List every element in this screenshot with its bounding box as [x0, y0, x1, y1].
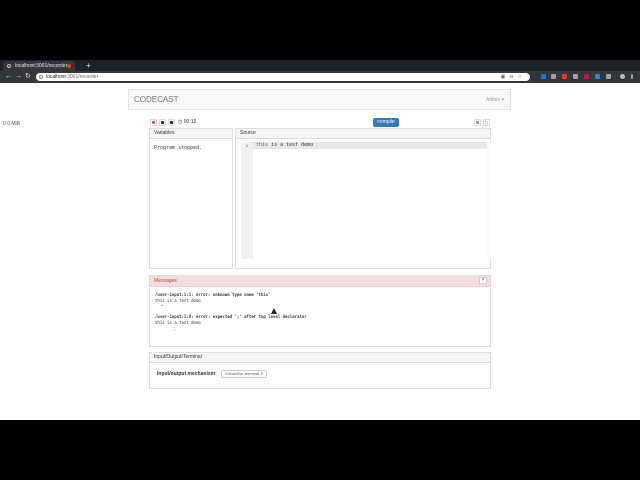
app-navbar: CODECAST Admin ▾ — [128, 89, 511, 110]
line-gutter — [241, 142, 253, 259]
back-button[interactable]: ← — [5, 71, 12, 83]
extension-icon[interactable] — [541, 74, 546, 79]
io-mechanism-select[interactable]: Interactive terminal ⇕ — [221, 370, 268, 378]
browser-tabstrip: localhost:3001/recorder + — [0, 60, 640, 71]
code-keyword: this — [256, 142, 269, 148]
extension-icon[interactable] — [573, 74, 578, 79]
globe-icon — [7, 64, 11, 68]
url-path: :3001/recorder — [65, 74, 99, 80]
variables-header: Variables — [150, 129, 232, 139]
source-panel: Source 1 this is a test demo — [235, 128, 491, 269]
line-number: 1 — [245, 143, 249, 148]
browser-toolbar: ← → ↻ localhost:3001/recorder ▣⊖☆ — [0, 71, 640, 83]
omnibox-icons: ▣⊖☆ — [501, 73, 526, 81]
url-host: localhost — [46, 74, 66, 80]
new-tab-button[interactable]: + — [86, 60, 91, 71]
avatar[interactable] — [620, 74, 625, 79]
forward-button[interactable]: → — [15, 71, 22, 83]
pause-button[interactable] — [168, 119, 175, 126]
clock-icon: ◷ — [178, 119, 183, 125]
extension-icon[interactable] — [584, 74, 589, 79]
io-panel: Input/Output/Terminal Input/output mecha… — [149, 352, 491, 389]
brand-title[interactable]: CODECAST — [134, 90, 178, 110]
record-icon — [152, 121, 155, 124]
recording-timer: ◷ 00:12 — [178, 119, 196, 126]
fullscreen-icon[interactable]: ⛶ — [483, 119, 490, 126]
extension-icon[interactable] — [551, 74, 556, 79]
error-caret: ; — [173, 326, 176, 331]
recorder-controls: ◷ 00:12 compile ☰ ⛶ — [150, 118, 491, 127]
info-icon — [39, 75, 43, 79]
extension-icon[interactable] — [562, 74, 567, 79]
screen: localhost:3001/recorder + ← → ↻ localhos… — [0, 60, 640, 420]
admin-menu[interactable]: Admin ▾ — [486, 90, 504, 110]
extension-icon[interactable] — [606, 74, 611, 79]
extension-icon[interactable] — [595, 74, 600, 79]
zoom-icon[interactable]: ⊖ — [509, 74, 517, 80]
io-header: Input/Output/Terminal — [150, 353, 490, 363]
list-view-icon[interactable]: ☰ — [474, 119, 481, 126]
close-button[interactable]: × — [479, 277, 487, 284]
messages-title: Messages — [154, 278, 177, 284]
io-body: Input/output mechanism: Interactive term… — [150, 363, 490, 385]
editor-scrollbar[interactable] — [487, 142, 491, 259]
record-button[interactable] — [150, 119, 157, 126]
code-line[interactable]: this is a test demo — [256, 142, 313, 149]
timer-value: 00:12 — [183, 119, 197, 125]
messages-body: /user-input:1:1: error: unknown type nam… — [150, 287, 490, 332]
tab-title: localhost:3001/recorder — [15, 63, 68, 69]
recording-icon — [67, 64, 71, 68]
browser-tab[interactable]: localhost:3001/recorder — [3, 61, 75, 71]
cast-icon[interactable]: ▣ — [501, 74, 510, 80]
stop-button[interactable] — [159, 119, 166, 126]
mouse-cursor — [271, 308, 277, 314]
menu-icon[interactable] — [631, 74, 633, 79]
io-mechanism-label: Input/output mechanism: — [157, 371, 217, 377]
stop-icon — [161, 121, 164, 124]
bookmark-star-icon[interactable]: ☆ — [518, 74, 526, 80]
pause-icon — [170, 121, 173, 124]
code-editor[interactable]: 1 this is a test demo — [241, 142, 491, 259]
memory-usage: 0.0 MiB — [3, 121, 20, 127]
code-text: is a test demo — [268, 142, 314, 148]
compile-button[interactable]: compile — [373, 118, 399, 127]
reload-button[interactable]: ↻ — [25, 71, 31, 83]
program-status: Program stopped. — [154, 145, 203, 151]
variables-panel: Variables Program stopped. — [149, 128, 233, 269]
messages-header: Messages × — [150, 276, 490, 287]
address-bar[interactable]: localhost:3001/recorder ▣⊖☆ — [36, 73, 530, 81]
source-header: Source — [236, 129, 490, 139]
messages-panel: Messages × /user-input:1:1: error: unkno… — [149, 275, 491, 347]
